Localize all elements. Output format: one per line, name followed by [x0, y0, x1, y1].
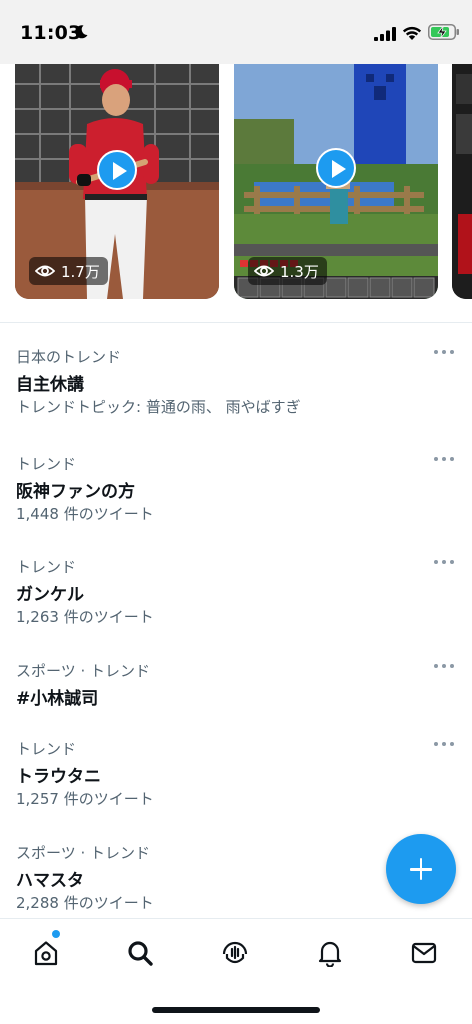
- status-bar: 11:03: [0, 0, 472, 64]
- search-icon: [128, 941, 153, 966]
- view-count: 1.7万: [61, 262, 100, 281]
- eye-icon: [35, 265, 55, 277]
- tab-spaces[interactable]: [217, 935, 253, 971]
- tab-notifications[interactable]: [312, 935, 348, 971]
- trend-meta: 1,448 件のツイート: [16, 505, 154, 523]
- trend-meta: トレンドトピック: 普通の雨、 雨やばすぎ: [16, 398, 301, 416]
- trend-meta: 1,257 件のツイート: [16, 790, 154, 808]
- trend-item[interactable]: 日本のトレンド 自主休講 トレンドトピック: 普通の雨、 雨やばすぎ: [0, 346, 472, 426]
- trend-title: 阪神ファンの方: [16, 482, 135, 502]
- home-icon: [34, 941, 58, 966]
- view-count-badge: 1.3万: [248, 257, 327, 285]
- more-icon[interactable]: [434, 348, 454, 356]
- view-count: 1.3万: [280, 262, 319, 281]
- trend-title: ガンケル: [16, 585, 84, 605]
- tab-home[interactable]: [28, 935, 64, 971]
- trend-category: トレンド: [16, 455, 77, 473]
- messages-icon: [411, 942, 437, 964]
- trend-item[interactable]: トレンド 阪神ファンの方 1,448 件のツイート: [0, 453, 472, 533]
- section-divider: [0, 322, 472, 323]
- trend-category: 日本のトレンド: [16, 348, 122, 366]
- compose-tweet-button[interactable]: [386, 834, 456, 904]
- trend-meta: 2,288 件のツイート: [16, 894, 154, 912]
- play-button[interactable]: [316, 148, 356, 188]
- home-notification-dot: [52, 930, 60, 938]
- wifi-icon: [402, 26, 422, 40]
- video-card-baseball[interactable]: 1.7万: [15, 64, 219, 299]
- trend-category: スポーツ · トレンド: [16, 844, 151, 862]
- trend-item[interactable]: トレンド トラウタニ 1,257 件のツイート: [0, 738, 472, 818]
- battery-charging-icon: [428, 24, 459, 40]
- trend-title: 自主休講: [16, 375, 84, 395]
- video-card-partial[interactable]: [452, 64, 472, 299]
- trend-meta: 1,263 件のツイート: [16, 608, 154, 626]
- trend-item[interactable]: トレンド ガンケル 1,263 件のツイート: [0, 556, 472, 636]
- trend-item[interactable]: スポーツ · トレンド #小林誠司: [0, 660, 472, 716]
- home-indicator[interactable]: [152, 1007, 320, 1013]
- more-icon[interactable]: [434, 740, 454, 748]
- trend-category: トレンド: [16, 558, 77, 576]
- more-icon[interactable]: [434, 662, 454, 670]
- more-icon[interactable]: [434, 455, 454, 463]
- eye-icon: [254, 265, 274, 277]
- tab-search[interactable]: [122, 935, 158, 971]
- partial-video-thumbnail: [452, 64, 472, 299]
- trend-category: スポーツ · トレンド: [16, 662, 151, 680]
- media-carousel[interactable]: 1.7万 1.3万: [0, 64, 472, 300]
- trend-title: #小林誠司: [16, 689, 99, 709]
- notifications-icon: [318, 941, 342, 967]
- trend-title: ハマスタ: [16, 871, 84, 891]
- play-button[interactable]: [97, 150, 137, 190]
- moon-icon: [75, 25, 88, 39]
- signal-icon: [374, 27, 396, 41]
- trend-category: トレンド: [16, 740, 77, 758]
- view-count-badge: 1.7万: [29, 257, 108, 285]
- trend-title: トラウタニ: [16, 767, 101, 787]
- video-card-minecraft[interactable]: 1.3万: [234, 64, 438, 299]
- more-icon[interactable]: [434, 558, 454, 566]
- tab-messages[interactable]: [406, 935, 442, 971]
- spaces-icon: [222, 941, 248, 964]
